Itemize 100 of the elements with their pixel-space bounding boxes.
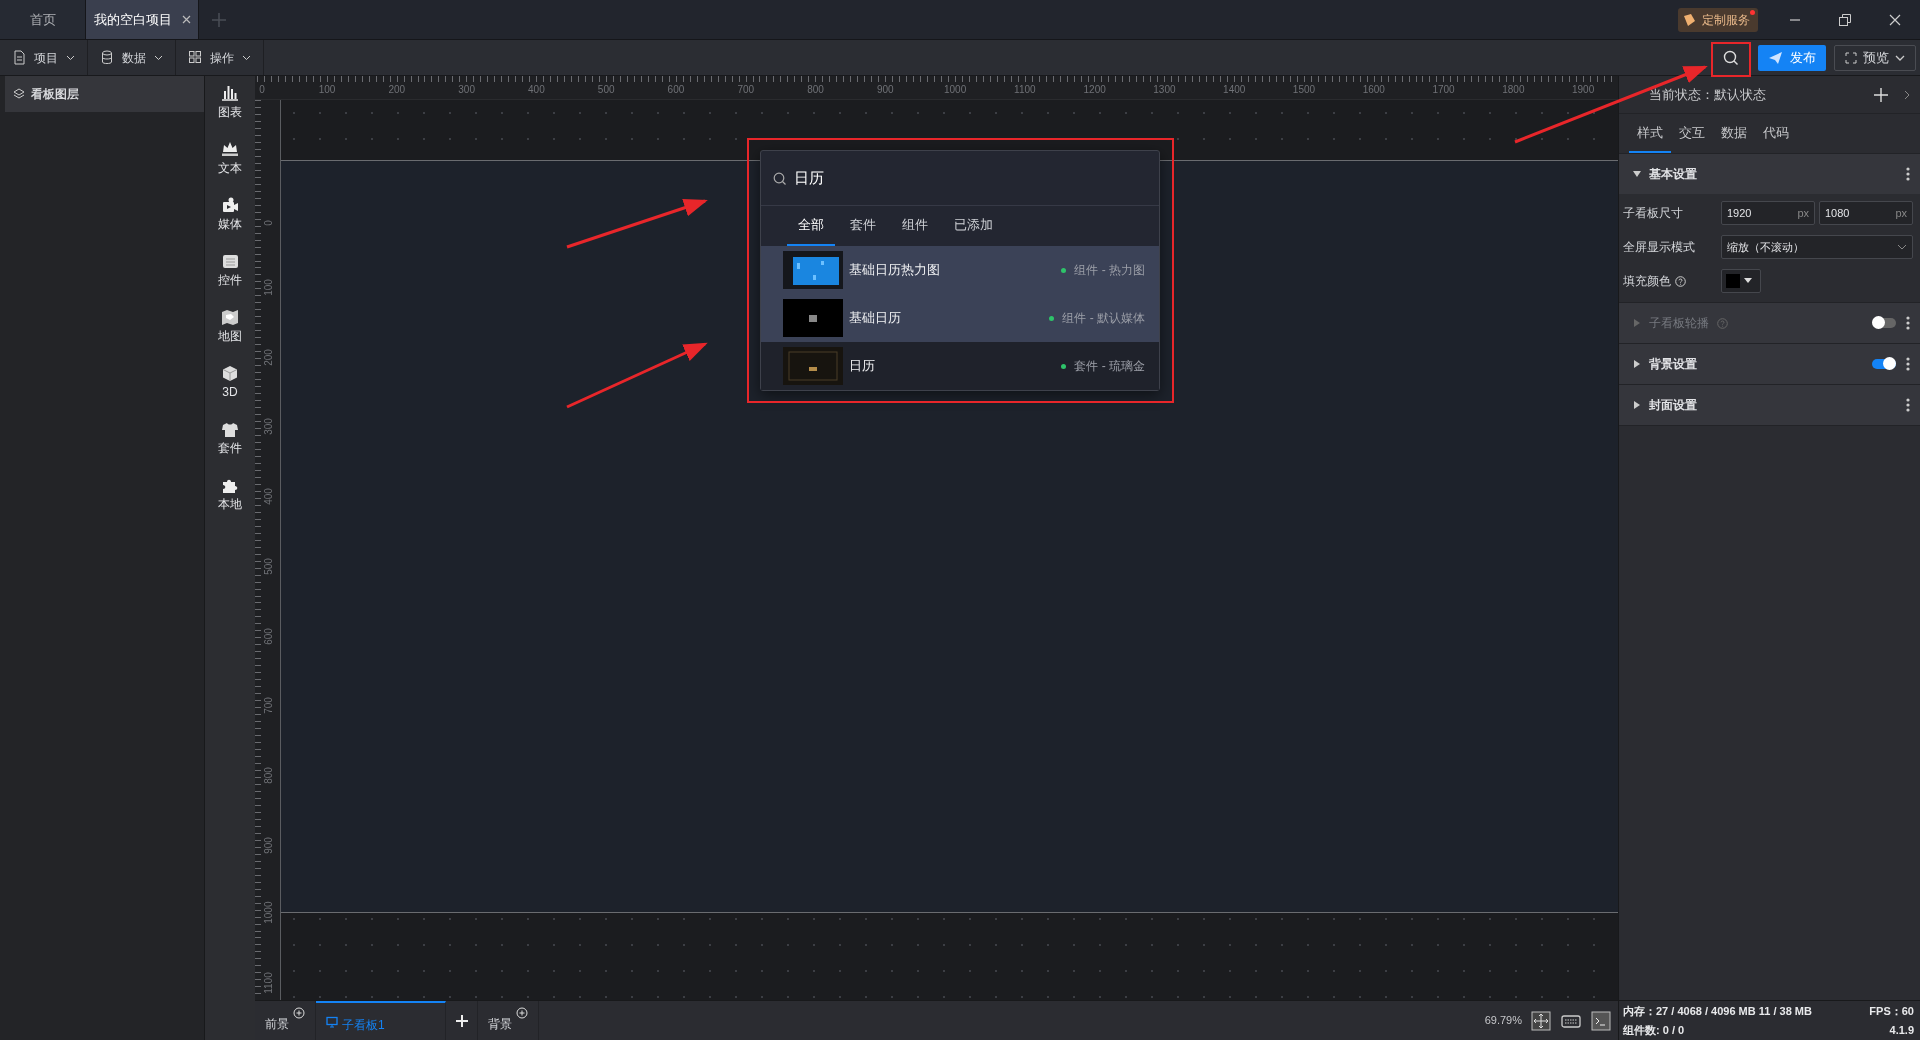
list-icon xyxy=(220,252,240,270)
menu-button[interactable]: 操作 xyxy=(176,40,264,75)
ruler-label: 0 xyxy=(258,83,266,97)
ruler-label: 700 xyxy=(262,696,275,717)
component-category-button[interactable]: 套件 xyxy=(210,420,250,457)
filter-tab[interactable]: 已添加 xyxy=(943,206,1004,246)
plus-circle-icon[interactable] xyxy=(516,1007,528,1019)
property-tab[interactable]: 交互 xyxy=(1671,114,1713,153)
menu-button[interactable]: 数据 xyxy=(88,40,176,75)
ruler-label: 100 xyxy=(317,83,337,97)
more-vertical-icon[interactable] xyxy=(1906,398,1910,412)
document-icon xyxy=(12,50,26,65)
field-label: 子看板尺寸 xyxy=(1623,205,1683,222)
grid-icon xyxy=(188,50,202,65)
component-count: 组件数: 0 / 0 xyxy=(1623,1023,1685,1038)
search-result[interactable]: 基础日历热力图 组件 - 热力图 xyxy=(761,246,1159,294)
ruler-label: 0 xyxy=(262,219,275,228)
field-label: 填充颜色 xyxy=(1623,273,1671,290)
section-header[interactable]: 背景设置 xyxy=(1619,344,1920,384)
close-icon[interactable] xyxy=(1888,12,1902,27)
thumbnail xyxy=(783,299,843,337)
window-tab[interactable]: 我的空白项目 xyxy=(86,0,199,39)
ruler-label: 300 xyxy=(262,417,275,438)
ruler-label: 900 xyxy=(262,836,275,856)
restore-icon[interactable] xyxy=(1838,12,1852,27)
panel-header: 看板图层 xyxy=(5,76,204,112)
ruler-label: 100 xyxy=(262,277,275,298)
more-vertical-icon[interactable] xyxy=(1906,357,1910,371)
ruler-label: 1400 xyxy=(1222,83,1247,97)
board-tab[interactable]: 前景 xyxy=(255,1001,316,1040)
number-field[interactable]: 1920 px xyxy=(1721,201,1815,225)
menu-button[interactable]: 项目 xyxy=(0,40,88,75)
monitor-icon xyxy=(326,1015,338,1028)
terminal-icon[interactable] xyxy=(1591,1010,1611,1031)
layers-icon xyxy=(13,88,25,100)
filter-tab[interactable]: 组件 xyxy=(891,206,939,246)
ruler-label: 500 xyxy=(262,557,275,577)
section-header[interactable]: 基本设置 xyxy=(1619,154,1920,194)
ruler-label: 1200 xyxy=(1082,83,1107,97)
database-icon xyxy=(100,50,114,65)
property-tab[interactable]: 代码 xyxy=(1755,114,1797,153)
search-result[interactable]: 基础日历 组件 - 默认媒体 xyxy=(761,294,1159,342)
search-input[interactable]: 日历 xyxy=(794,166,1094,190)
plus-icon xyxy=(455,1014,468,1027)
window-tab[interactable]: 首页 xyxy=(0,0,86,39)
search-result[interactable]: 日历 套件 - 琉璃金 xyxy=(761,342,1159,390)
gem-icon xyxy=(1682,12,1696,27)
toggle-switch[interactable] xyxy=(1872,359,1896,369)
caret-down-icon xyxy=(1633,170,1641,178)
ruler-label: 700 xyxy=(736,83,756,97)
ruler-label: 400 xyxy=(527,83,546,97)
component-category-button[interactable]: 3D xyxy=(210,364,250,401)
select-field[interactable]: 缩放（不滚动） xyxy=(1721,235,1913,259)
preview-button[interactable]: 预览 xyxy=(1834,44,1916,71)
component-category-button[interactable]: 文本 xyxy=(210,140,250,177)
section-header[interactable]: 封面设置 xyxy=(1619,385,1920,425)
ruler-label: 1100 xyxy=(1013,83,1037,97)
filter-tab[interactable]: 套件 xyxy=(839,206,887,246)
ruler-label: 1300 xyxy=(1152,83,1177,97)
ruler-label: 1800 xyxy=(1501,83,1526,97)
fullscreen-icon xyxy=(1845,51,1857,64)
help-icon xyxy=(1675,275,1686,287)
property-tab[interactable]: 数据 xyxy=(1713,114,1755,153)
chevron-down-icon xyxy=(242,54,251,61)
help-icon xyxy=(1717,317,1728,329)
fit-screen-icon[interactable] xyxy=(1531,1010,1551,1031)
thumbnail xyxy=(783,251,843,289)
shirt-icon xyxy=(220,420,240,438)
bar-chart-icon xyxy=(220,84,240,102)
more-vertical-icon[interactable] xyxy=(1906,167,1910,181)
board-tab[interactable]: 子看板1 xyxy=(316,1001,446,1040)
ruler-label: 900 xyxy=(875,83,895,97)
board-tab[interactable]: 背景 xyxy=(478,1001,539,1040)
component-category-button[interactable]: 图表 xyxy=(210,84,250,121)
component-category-button[interactable]: 控件 xyxy=(210,252,250,289)
close-icon[interactable] xyxy=(181,15,191,24)
color-picker[interactable] xyxy=(1721,269,1761,293)
component-category-button[interactable]: 本地 xyxy=(210,476,250,513)
ruler-label: 300 xyxy=(457,83,476,97)
zoom-level: 69.79% xyxy=(1484,1013,1522,1029)
field-label: 全屏显示模式 xyxy=(1623,239,1695,256)
ruler-label: 800 xyxy=(262,766,275,787)
component-category-button[interactable]: 地图 xyxy=(210,308,250,345)
number-field[interactable]: 1080 px xyxy=(1819,201,1913,225)
ruler-label: 1000 xyxy=(262,900,275,926)
cube-icon xyxy=(220,364,240,382)
chevron-down-icon xyxy=(1895,54,1905,61)
caret-right-icon xyxy=(1633,401,1641,409)
ruler-label: 500 xyxy=(596,83,616,97)
video-camera-icon xyxy=(220,196,240,214)
publish-button[interactable]: 发布 xyxy=(1758,44,1826,71)
ruler-label: 1600 xyxy=(1361,83,1386,97)
service-button[interactable]: 定制服务 xyxy=(1678,7,1758,32)
ruler-label: 1900 xyxy=(1571,83,1596,97)
ruler-label: 600 xyxy=(666,83,686,97)
highlight-frame xyxy=(1711,42,1751,77)
chevron-right-icon[interactable] xyxy=(1904,89,1910,100)
component-category-button[interactable]: 媒体 xyxy=(210,196,250,233)
search-icon xyxy=(773,171,786,185)
plus-circle-icon[interactable] xyxy=(293,1007,305,1019)
